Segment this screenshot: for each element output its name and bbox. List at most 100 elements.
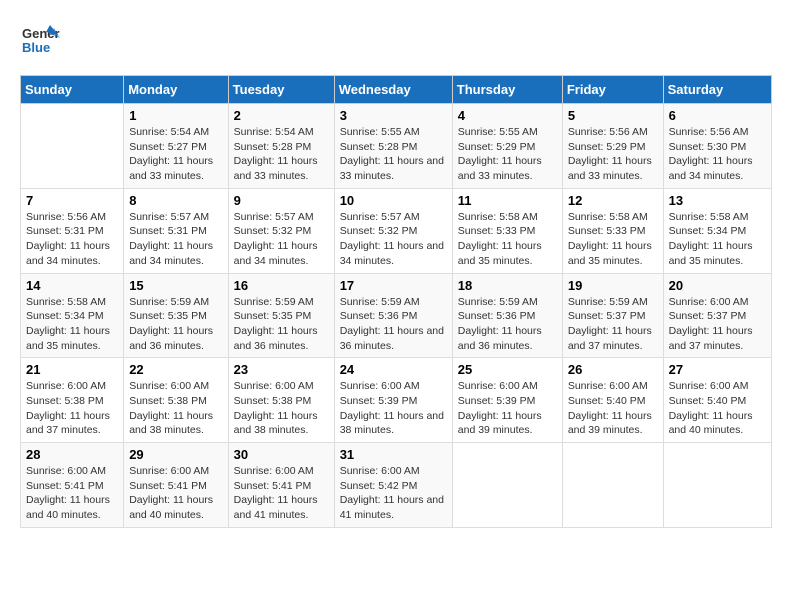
calendar-cell: 16 Sunrise: 5:59 AMSunset: 5:35 PMDaylig… [228, 273, 334, 358]
calendar-week-row: 28 Sunrise: 6:00 AMSunset: 5:41 PMDaylig… [21, 443, 772, 528]
day-number: 17 [340, 278, 447, 293]
calendar-cell: 14 Sunrise: 5:58 AMSunset: 5:34 PMDaylig… [21, 273, 124, 358]
calendar-cell: 21 Sunrise: 6:00 AMSunset: 5:38 PMDaylig… [21, 358, 124, 443]
day-detail: Sunrise: 6:00 AMSunset: 5:41 PMDaylight:… [26, 464, 118, 523]
calendar-cell: 4 Sunrise: 5:55 AMSunset: 5:29 PMDayligh… [452, 104, 562, 189]
day-number: 9 [234, 193, 329, 208]
calendar-cell: 19 Sunrise: 5:59 AMSunset: 5:37 PMDaylig… [562, 273, 663, 358]
day-detail: Sunrise: 5:56 AMSunset: 5:29 PMDaylight:… [568, 125, 658, 184]
day-number: 26 [568, 362, 658, 377]
calendar-cell: 7 Sunrise: 5:56 AMSunset: 5:31 PMDayligh… [21, 188, 124, 273]
day-number: 30 [234, 447, 329, 462]
header-friday: Friday [562, 76, 663, 104]
day-number: 8 [129, 193, 222, 208]
day-number: 23 [234, 362, 329, 377]
calendar-cell: 27 Sunrise: 6:00 AMSunset: 5:40 PMDaylig… [663, 358, 771, 443]
svg-text:Blue: Blue [22, 40, 50, 55]
calendar-week-row: 7 Sunrise: 5:56 AMSunset: 5:31 PMDayligh… [21, 188, 772, 273]
calendar-cell: 18 Sunrise: 5:59 AMSunset: 5:36 PMDaylig… [452, 273, 562, 358]
day-detail: Sunrise: 6:00 AMSunset: 5:39 PMDaylight:… [458, 379, 557, 438]
day-number: 21 [26, 362, 118, 377]
day-detail: Sunrise: 5:59 AMSunset: 5:35 PMDaylight:… [129, 295, 222, 354]
calendar-cell: 22 Sunrise: 6:00 AMSunset: 5:38 PMDaylig… [124, 358, 228, 443]
calendar-cell: 29 Sunrise: 6:00 AMSunset: 5:41 PMDaylig… [124, 443, 228, 528]
day-detail: Sunrise: 5:55 AMSunset: 5:29 PMDaylight:… [458, 125, 557, 184]
calendar-cell: 12 Sunrise: 5:58 AMSunset: 5:33 PMDaylig… [562, 188, 663, 273]
calendar-cell [562, 443, 663, 528]
day-number: 14 [26, 278, 118, 293]
calendar-cell: 6 Sunrise: 5:56 AMSunset: 5:30 PMDayligh… [663, 104, 771, 189]
day-detail: Sunrise: 6:00 AMSunset: 5:38 PMDaylight:… [129, 379, 222, 438]
day-number: 22 [129, 362, 222, 377]
calendar-cell: 11 Sunrise: 5:58 AMSunset: 5:33 PMDaylig… [452, 188, 562, 273]
calendar-week-row: 1 Sunrise: 5:54 AMSunset: 5:27 PMDayligh… [21, 104, 772, 189]
logo-icon: General Blue [20, 20, 60, 60]
day-number: 13 [669, 193, 766, 208]
calendar-cell: 17 Sunrise: 5:59 AMSunset: 5:36 PMDaylig… [334, 273, 452, 358]
header-thursday: Thursday [452, 76, 562, 104]
day-number: 12 [568, 193, 658, 208]
calendar-week-row: 14 Sunrise: 5:58 AMSunset: 5:34 PMDaylig… [21, 273, 772, 358]
day-number: 3 [340, 108, 447, 123]
calendar-cell: 25 Sunrise: 6:00 AMSunset: 5:39 PMDaylig… [452, 358, 562, 443]
day-number: 6 [669, 108, 766, 123]
day-detail: Sunrise: 5:56 AMSunset: 5:31 PMDaylight:… [26, 210, 118, 269]
day-number: 27 [669, 362, 766, 377]
day-detail: Sunrise: 5:59 AMSunset: 5:37 PMDaylight:… [568, 295, 658, 354]
calendar-cell: 24 Sunrise: 6:00 AMSunset: 5:39 PMDaylig… [334, 358, 452, 443]
calendar-cell: 23 Sunrise: 6:00 AMSunset: 5:38 PMDaylig… [228, 358, 334, 443]
day-detail: Sunrise: 6:00 AMSunset: 5:38 PMDaylight:… [234, 379, 329, 438]
day-number: 1 [129, 108, 222, 123]
calendar-cell [663, 443, 771, 528]
day-detail: Sunrise: 5:58 AMSunset: 5:34 PMDaylight:… [26, 295, 118, 354]
day-number: 5 [568, 108, 658, 123]
calendar-cell: 1 Sunrise: 5:54 AMSunset: 5:27 PMDayligh… [124, 104, 228, 189]
header-monday: Monday [124, 76, 228, 104]
logo: General Blue [20, 20, 60, 65]
header-sunday: Sunday [21, 76, 124, 104]
calendar-cell: 10 Sunrise: 5:57 AMSunset: 5:32 PMDaylig… [334, 188, 452, 273]
day-detail: Sunrise: 6:00 AMSunset: 5:40 PMDaylight:… [568, 379, 658, 438]
day-number: 29 [129, 447, 222, 462]
day-number: 16 [234, 278, 329, 293]
day-detail: Sunrise: 6:00 AMSunset: 5:41 PMDaylight:… [129, 464, 222, 523]
day-detail: Sunrise: 6:00 AMSunset: 5:40 PMDaylight:… [669, 379, 766, 438]
calendar-table: SundayMondayTuesdayWednesdayThursdayFrid… [20, 75, 772, 528]
day-detail: Sunrise: 5:54 AMSunset: 5:28 PMDaylight:… [234, 125, 329, 184]
day-detail: Sunrise: 5:57 AMSunset: 5:32 PMDaylight:… [340, 210, 447, 269]
calendar-cell: 8 Sunrise: 5:57 AMSunset: 5:31 PMDayligh… [124, 188, 228, 273]
calendar-cell [452, 443, 562, 528]
day-number: 15 [129, 278, 222, 293]
calendar-cell: 15 Sunrise: 5:59 AMSunset: 5:35 PMDaylig… [124, 273, 228, 358]
calendar-cell: 3 Sunrise: 5:55 AMSunset: 5:28 PMDayligh… [334, 104, 452, 189]
day-number: 10 [340, 193, 447, 208]
header-wednesday: Wednesday [334, 76, 452, 104]
day-number: 31 [340, 447, 447, 462]
day-number: 19 [568, 278, 658, 293]
day-number: 25 [458, 362, 557, 377]
day-detail: Sunrise: 5:56 AMSunset: 5:30 PMDaylight:… [669, 125, 766, 184]
header-saturday: Saturday [663, 76, 771, 104]
day-detail: Sunrise: 6:00 AMSunset: 5:37 PMDaylight:… [669, 295, 766, 354]
day-detail: Sunrise: 6:00 AMSunset: 5:41 PMDaylight:… [234, 464, 329, 523]
calendar-cell: 13 Sunrise: 5:58 AMSunset: 5:34 PMDaylig… [663, 188, 771, 273]
day-detail: Sunrise: 6:00 AMSunset: 5:39 PMDaylight:… [340, 379, 447, 438]
calendar-header-row: SundayMondayTuesdayWednesdayThursdayFrid… [21, 76, 772, 104]
header-tuesday: Tuesday [228, 76, 334, 104]
day-number: 20 [669, 278, 766, 293]
calendar-cell: 2 Sunrise: 5:54 AMSunset: 5:28 PMDayligh… [228, 104, 334, 189]
calendar-cell: 9 Sunrise: 5:57 AMSunset: 5:32 PMDayligh… [228, 188, 334, 273]
day-detail: Sunrise: 5:55 AMSunset: 5:28 PMDaylight:… [340, 125, 447, 184]
day-detail: Sunrise: 5:59 AMSunset: 5:36 PMDaylight:… [340, 295, 447, 354]
day-number: 7 [26, 193, 118, 208]
calendar-cell: 30 Sunrise: 6:00 AMSunset: 5:41 PMDaylig… [228, 443, 334, 528]
calendar-cell [21, 104, 124, 189]
day-detail: Sunrise: 6:00 AMSunset: 5:38 PMDaylight:… [26, 379, 118, 438]
day-detail: Sunrise: 5:59 AMSunset: 5:36 PMDaylight:… [458, 295, 557, 354]
calendar-cell: 20 Sunrise: 6:00 AMSunset: 5:37 PMDaylig… [663, 273, 771, 358]
day-number: 18 [458, 278, 557, 293]
day-number: 11 [458, 193, 557, 208]
day-detail: Sunrise: 5:58 AMSunset: 5:34 PMDaylight:… [669, 210, 766, 269]
day-detail: Sunrise: 6:00 AMSunset: 5:42 PMDaylight:… [340, 464, 447, 523]
day-detail: Sunrise: 5:54 AMSunset: 5:27 PMDaylight:… [129, 125, 222, 184]
